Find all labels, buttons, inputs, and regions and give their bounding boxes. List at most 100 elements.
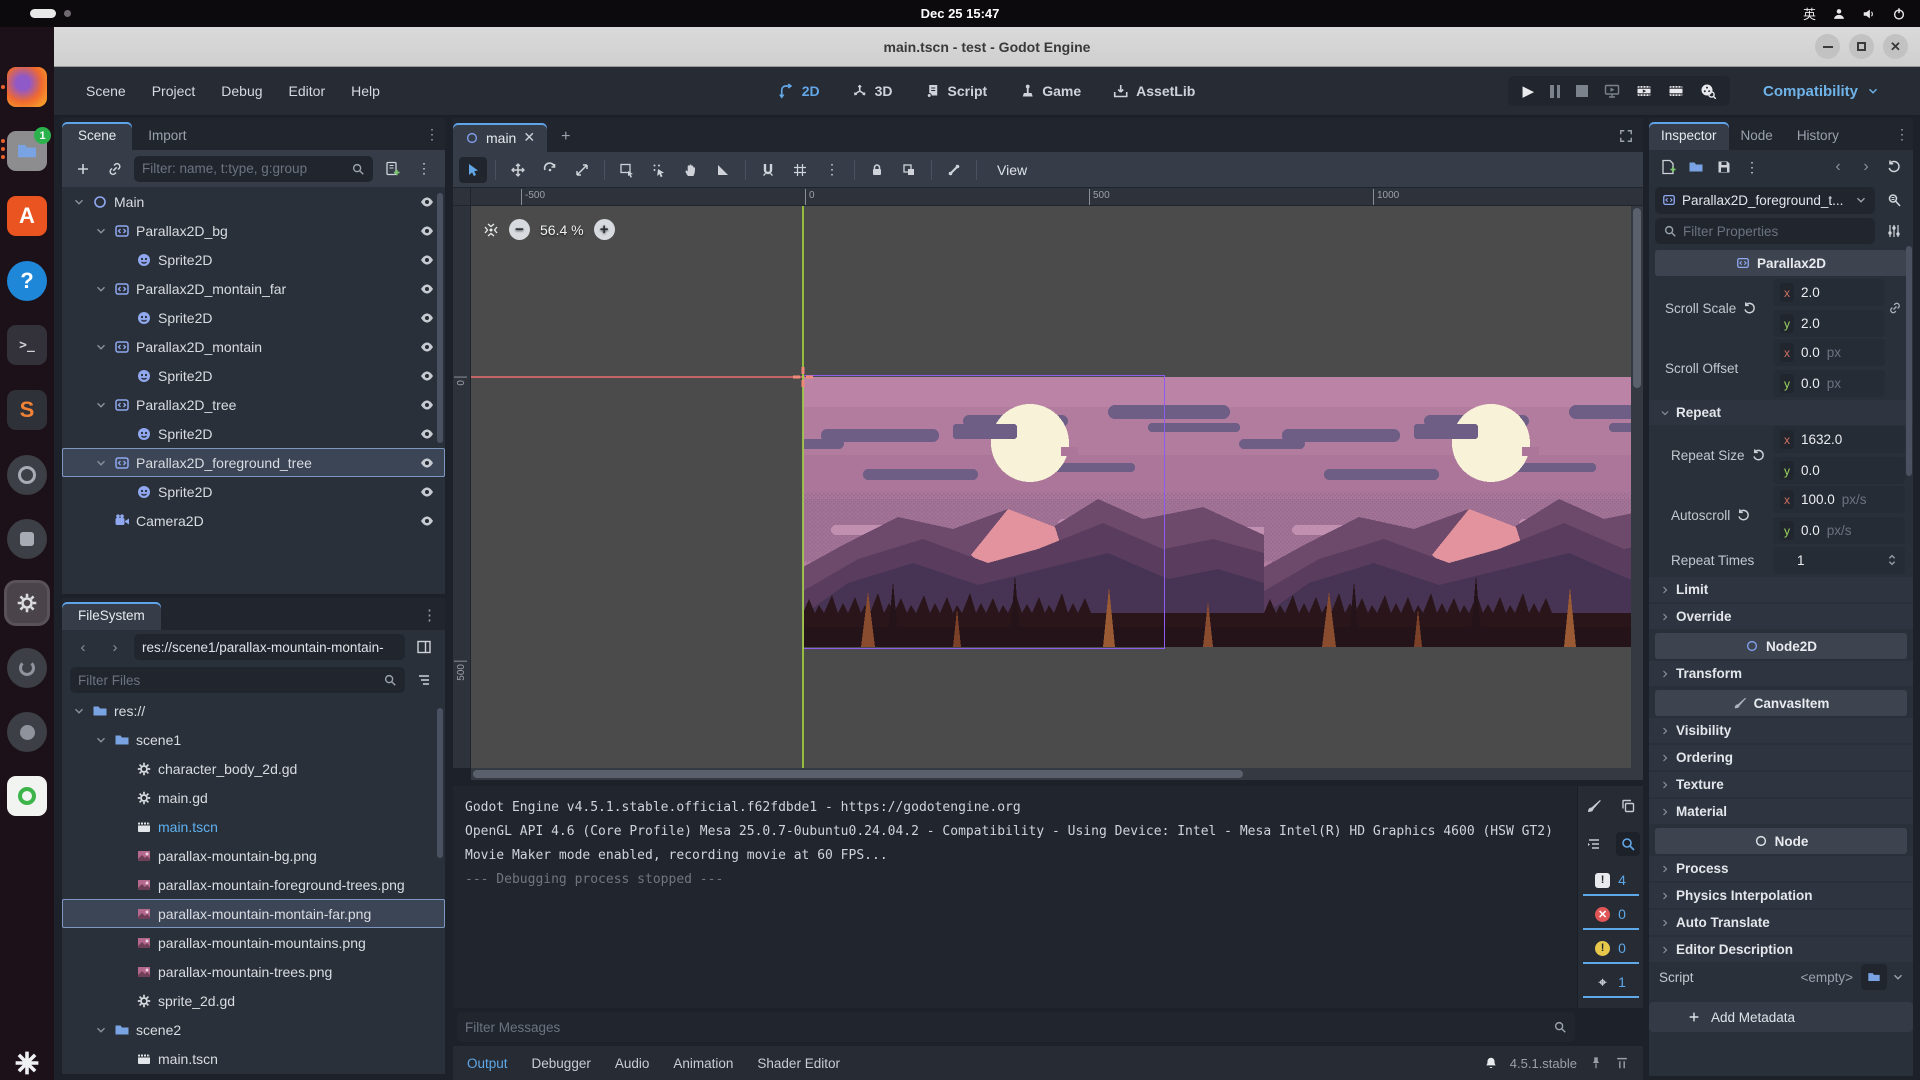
menu-item[interactable]: Help <box>341 78 390 104</box>
menu-item[interactable]: Scene <box>76 78 136 104</box>
scroll-scale-x[interactable]: x 2.0 <box>1773 279 1885 306</box>
sublime-text-icon[interactable]: S <box>7 390 47 430</box>
smart-snap-icon[interactable] <box>754 157 782 183</box>
version-label[interactable]: 4.5.1.stable <box>1510 1056 1577 1071</box>
file-filter-input[interactable] <box>70 667 405 693</box>
counter-button[interactable]: ! 4 <box>1583 866 1639 896</box>
viewport-hscrollbar[interactable] <box>471 768 1631 780</box>
zoom-in-button[interactable]: + <box>594 219 615 240</box>
file-tree-row[interactable]: res:// <box>62 696 445 725</box>
new-resource-icon[interactable] <box>1655 154 1681 180</box>
bottom-tab[interactable]: Animation <box>673 1056 733 1071</box>
scene-tree-row[interactable]: Sprite2D <box>62 303 445 332</box>
close-tab-icon[interactable]: ✕ <box>523 129 535 146</box>
scene-tree-scrollbar[interactable] <box>437 193 443 443</box>
accessibility-icon[interactable] <box>1832 7 1846 21</box>
property-filter-input[interactable] <box>1655 218 1875 244</box>
visibility-eye-icon[interactable] <box>419 223 435 239</box>
scene-tree-row[interactable]: Sprite2D <box>62 361 445 390</box>
app-icon[interactable] <box>7 519 47 559</box>
system-clock[interactable]: Dec 25 15:47 <box>921 6 1000 21</box>
expand-panel-icon[interactable] <box>1615 1056 1629 1070</box>
lock-selected-icon[interactable] <box>863 157 891 183</box>
split-view-icon[interactable] <box>411 634 437 660</box>
inspector-section[interactable]: Physics Interpolation <box>1649 883 1913 908</box>
instance-scene-icon[interactable] <box>102 156 128 182</box>
counter-button[interactable]: ✕ 0 <box>1583 900 1639 930</box>
visibility-eye-icon[interactable] <box>419 368 435 384</box>
scene-tree-row[interactable]: Parallax2D_bg <box>62 216 445 245</box>
chevron-down-icon[interactable] <box>94 733 108 747</box>
inspector-section[interactable]: Auto Translate <box>1649 910 1913 935</box>
object-history-icon[interactable] <box>1881 154 1907 180</box>
copy-output-icon[interactable] <box>1616 794 1640 818</box>
play-button[interactable]: ▶ <box>1522 82 1534 100</box>
dock-tab[interactable]: Scene <box>62 122 132 150</box>
minimize-button[interactable] <box>1815 34 1840 59</box>
mode-button[interactable]: 2D <box>768 78 831 104</box>
chevron-down-icon[interactable] <box>94 340 108 354</box>
snap-options-icon[interactable]: ⋮ <box>818 157 846 183</box>
menu-item[interactable]: Editor <box>279 78 336 104</box>
script-value[interactable]: <empty> <box>1767 970 1861 985</box>
mode-button[interactable]: 3D <box>841 78 904 104</box>
visibility-eye-icon[interactable] <box>419 484 435 500</box>
scroll-offset-x[interactable]: x 0.0 px <box>1773 339 1885 366</box>
filesystem-menu-icon[interactable]: ⋮ <box>414 606 445 630</box>
app-icon[interactable] <box>7 712 47 752</box>
scene-filter-field[interactable] <box>142 161 345 176</box>
viewport-vscrollbar[interactable] <box>1631 206 1643 780</box>
viewport-canvas[interactable]: − 56.4 % + <box>471 206 1631 768</box>
nav-back-icon[interactable]: ‹ <box>70 634 96 660</box>
clear-output-icon[interactable] <box>1582 794 1606 818</box>
new-scene-tab-icon[interactable]: + <box>547 122 584 152</box>
scene-tree-row[interactable]: Sprite2D <box>62 477 445 506</box>
bottom-tab[interactable]: Shader Editor <box>757 1056 840 1071</box>
file-tree-row[interactable]: parallax-mountain-mountains.png <box>62 928 445 957</box>
repeat-size-x[interactable]: x 1632.0 <box>1773 426 1905 453</box>
scene-tree-row[interactable]: Sprite2D <box>62 419 445 448</box>
file-filter-field[interactable] <box>78 673 377 688</box>
system-tray[interactable]: 英 <box>1803 4 1906 23</box>
scroll-offset-y[interactable]: y 0.0 px <box>1773 370 1885 397</box>
scene-tree-row[interactable]: Sprite2D <box>62 245 445 274</box>
scene-tree-row[interactable]: Parallax2D_montain_far <box>62 274 445 303</box>
category-node[interactable]: Node <box>1655 828 1907 854</box>
close-button[interactable]: ✕ <box>1883 34 1908 59</box>
play-scene-icon[interactable] <box>1636 83 1652 99</box>
bottom-tab[interactable]: Audio <box>615 1056 650 1071</box>
pin-panel-icon[interactable] <box>1589 1056 1603 1070</box>
inspector-section[interactable]: Ordering <box>1649 745 1913 770</box>
resource-path-input[interactable] <box>134 634 405 660</box>
recycle-app-icon[interactable] <box>7 776 47 816</box>
scene-tree-row[interactable]: Parallax2D_foreground_tree <box>62 448 445 477</box>
file-tree-row[interactable]: parallax-mountain-foreground-trees.png <box>62 870 445 899</box>
message-filter-input[interactable] <box>457 1012 1575 1042</box>
app-icon[interactable] <box>7 455 47 495</box>
open-docs-icon[interactable] <box>1881 187 1907 213</box>
window-titlebar[interactable]: main.tscn - test - Godot Engine ✕ <box>54 27 1920 67</box>
move-tool-icon[interactable] <box>504 157 532 183</box>
message-filter-field[interactable] <box>465 1020 1547 1035</box>
scene-tree-row[interactable]: Camera2D <box>62 506 445 535</box>
file-tree-row[interactable]: scene2 <box>62 1015 445 1044</box>
inspector-tab[interactable]: History <box>1785 122 1851 150</box>
load-script-folder-icon[interactable] <box>1861 964 1887 990</box>
file-tree-row[interactable]: sprite_2d.gd <box>62 986 445 1015</box>
file-tree-row[interactable]: character_body_2d.gd <box>62 754 445 783</box>
inspector-section[interactable]: Override <box>1649 604 1913 629</box>
scene-tab-main[interactable]: main ✕ <box>453 123 547 152</box>
save-resource-icon[interactable] <box>1711 154 1737 180</box>
counter-button[interactable]: ⌖ 1 <box>1583 968 1639 998</box>
reset-property-icon[interactable] <box>1751 448 1766 463</box>
reset-property-icon[interactable] <box>1742 301 1757 316</box>
zoom-level[interactable]: 56.4 % <box>540 222 584 238</box>
node-selector[interactable]: Parallax2D_foreground_t... <box>1655 187 1875 214</box>
chevron-down-icon[interactable] <box>94 398 108 412</box>
play-custom-scene-icon[interactable] <box>1668 83 1684 99</box>
chevron-down-icon[interactable] <box>94 456 108 470</box>
autoscroll-x[interactable]: x 100.0 px/s <box>1773 486 1905 513</box>
scroll-scale-y[interactable]: y 2.0 <box>1773 310 1885 337</box>
inspector-section[interactable]: Editor Description <box>1649 937 1913 962</box>
grid-snap-icon[interactable] <box>786 157 814 183</box>
